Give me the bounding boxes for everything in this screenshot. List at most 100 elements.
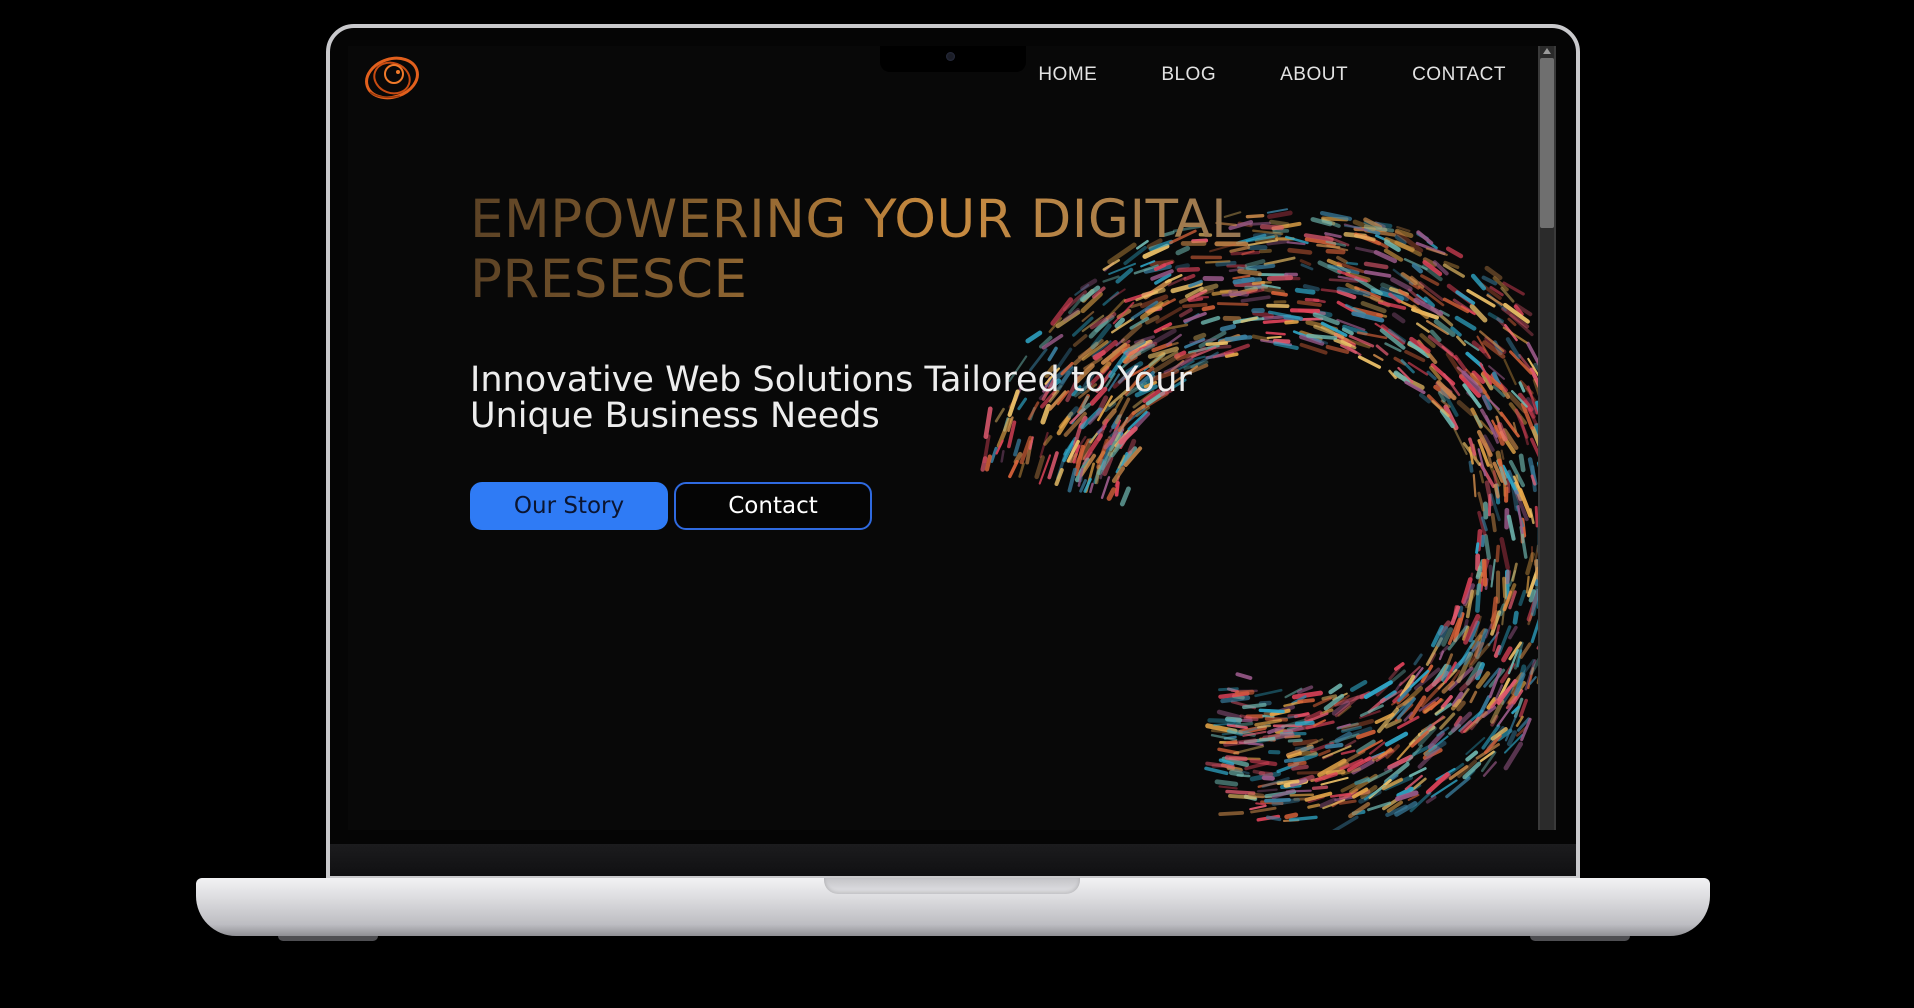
swirl-stroke	[1488, 564, 1494, 581]
nav-blog[interactable]: BLOG	[1161, 64, 1216, 86]
swirl-stroke	[1468, 460, 1474, 473]
swirl-stroke	[1487, 312, 1504, 324]
swirl-stroke	[1034, 455, 1045, 480]
laptop-base-lip	[824, 878, 1080, 894]
swirl-stroke	[1338, 799, 1357, 805]
contact-button[interactable]: Contact	[674, 482, 872, 530]
swirl-stroke	[1307, 803, 1321, 809]
camera-icon	[946, 52, 955, 61]
swirl-stroke	[1504, 569, 1512, 585]
swirl-stroke	[1013, 438, 1022, 457]
our-story-button[interactable]: Our Story	[470, 482, 668, 530]
swirl-stroke	[1518, 453, 1526, 473]
swirl-stroke	[1284, 812, 1299, 820]
swirl-stroke	[1294, 746, 1307, 751]
swirl-stroke	[1512, 610, 1519, 625]
orbit-logo-icon[interactable]	[360, 48, 424, 108]
swirl-stroke	[1233, 745, 1265, 755]
laptop-base	[196, 878, 1710, 936]
mockup-stage: HOME BLOG ABOUT CONTACT EMPOWERING YOUR …	[0, 0, 1914, 1008]
swirl-stroke	[1472, 473, 1477, 498]
swirl-stroke	[1425, 795, 1437, 804]
swirl-stroke	[1218, 785, 1238, 790]
swirl-stroke	[1343, 224, 1362, 229]
swirl-stroke	[1325, 248, 1346, 255]
swirl-stroke	[1397, 715, 1420, 730]
swirl-stroke	[1456, 335, 1467, 347]
swirl-stroke	[1334, 731, 1352, 744]
swirl-stroke	[1408, 767, 1427, 778]
swirl-stroke	[1247, 792, 1265, 799]
nav-contact[interactable]: CONTACT	[1412, 64, 1506, 86]
swirl-stroke	[1483, 534, 1492, 560]
swirl-stroke	[1477, 491, 1485, 512]
swirl-stroke	[1508, 625, 1518, 640]
laptop-hinge	[330, 844, 1576, 876]
swirl-stroke	[1415, 322, 1430, 333]
swirl-stroke	[1220, 695, 1251, 704]
swirl-stroke	[1416, 230, 1434, 245]
swirl-stroke	[1287, 760, 1307, 767]
page-scrollbar[interactable]	[1538, 46, 1556, 830]
swirl-stroke	[1239, 714, 1253, 720]
swirl-stroke	[1255, 802, 1267, 806]
swirl-stroke	[1311, 785, 1329, 790]
swirl-stroke	[1490, 596, 1499, 630]
hero-headline-line2: PRESESCE	[470, 249, 748, 310]
nav-about[interactable]: ABOUT	[1280, 64, 1348, 86]
swirl-stroke	[1384, 731, 1409, 747]
swirl-stroke	[1506, 514, 1516, 541]
swirl-stroke	[1499, 536, 1510, 570]
hero-buttons: Our Story Contact	[470, 482, 872, 530]
swirl-stroke	[1204, 766, 1229, 776]
swirl-stroke	[1225, 739, 1238, 744]
scroll-thumb[interactable]	[1540, 58, 1554, 228]
hero-subheading: Innovative Web Solutions Tailored to You…	[470, 362, 1330, 434]
swirl-stroke	[1054, 468, 1064, 486]
swirl-stroke	[1525, 575, 1530, 594]
swirl-stroke	[1214, 779, 1239, 787]
swirl-stroke	[1529, 508, 1535, 525]
swirl-stroke	[1375, 344, 1389, 356]
swirl-stroke	[1445, 776, 1471, 799]
swirl-stroke	[1373, 353, 1384, 361]
swirl-stroke	[1324, 742, 1344, 749]
nav-home[interactable]: HOME	[1038, 64, 1097, 86]
swirl-stroke	[1363, 261, 1389, 270]
swirl-stroke	[1457, 605, 1464, 619]
swirl-stroke	[1487, 493, 1492, 517]
swirl-stroke	[1336, 255, 1348, 264]
swirl-stroke	[1287, 713, 1311, 718]
laptop-foot-left	[278, 936, 378, 941]
swirl-stroke	[1469, 690, 1478, 704]
swirl-stroke	[1413, 653, 1423, 666]
swirl-stroke	[1445, 246, 1464, 259]
hero-subheading-line1: Innovative Web Solutions Tailored to You…	[470, 360, 1192, 400]
swirl-stroke	[1406, 744, 1423, 764]
swirl-stroke	[1340, 749, 1356, 755]
swirl-stroke	[1503, 741, 1524, 771]
swirl-stroke	[1475, 542, 1480, 554]
hero-section: EMPOWERING YOUR DIGITAL PRESESCE Innovat…	[470, 190, 1330, 434]
swirl-stroke	[1242, 702, 1267, 710]
swirl-stroke	[1106, 487, 1117, 501]
swirl-stroke	[1000, 449, 1005, 463]
swirl-stroke	[1495, 544, 1501, 563]
swirl-stroke	[1515, 474, 1519, 486]
scroll-up-arrow-icon[interactable]	[1543, 48, 1551, 54]
swirl-stroke	[1465, 750, 1479, 762]
swirl-stroke	[1291, 764, 1309, 771]
swirl-stroke	[1261, 775, 1275, 781]
swirl-stroke	[1100, 476, 1111, 499]
swirl-stroke	[1500, 449, 1505, 460]
swirl-stroke	[1391, 312, 1406, 324]
swirl-stroke	[1354, 233, 1376, 242]
swirl-stroke	[1018, 462, 1025, 478]
swirl-stroke	[1067, 467, 1077, 493]
swirl-stroke	[1289, 793, 1315, 797]
swirl-stroke	[1346, 261, 1359, 266]
swirl-stroke	[1297, 698, 1315, 704]
swirl-stroke	[1236, 774, 1251, 778]
swirl-stroke	[1218, 811, 1245, 816]
swirl-stroke	[1282, 726, 1304, 733]
